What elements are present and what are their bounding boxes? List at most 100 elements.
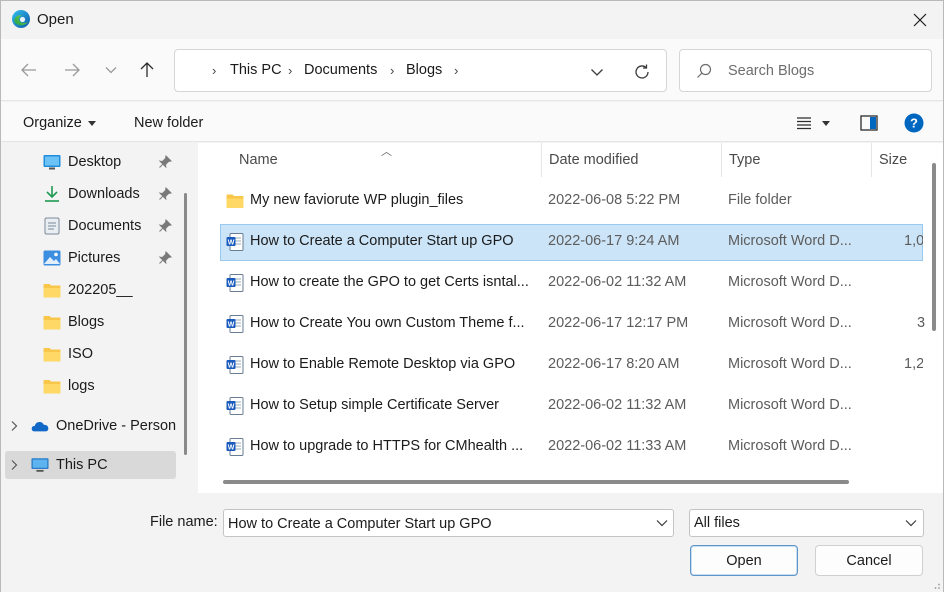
- word-doc-icon: W: [226, 438, 244, 456]
- file-name-combobox[interactable]: [223, 509, 674, 537]
- navigation-pane: Desktop Downloads Documents Pictures 202…: [1, 143, 192, 493]
- sidebar-item-logs[interactable]: logs: [43, 372, 183, 400]
- change-view-button[interactable]: [791, 112, 835, 134]
- vertical-scrollbar[interactable]: [932, 163, 936, 331]
- organize-label: Organize: [23, 115, 82, 131]
- file-date-modified: 2022-06-17 12:17 PM: [548, 315, 689, 331]
- preview-pane-button[interactable]: [858, 112, 880, 134]
- sidebar-item-label: 202205__: [68, 282, 133, 298]
- sidebar-item-iso[interactable]: ISO: [43, 340, 183, 368]
- file-date-modified: 2022-06-17 8:20 AM: [548, 356, 680, 372]
- arrow-left-icon: [21, 63, 36, 77]
- pin-icon[interactable]: [158, 155, 172, 169]
- sort-ascending-icon: ︿: [381, 146, 392, 158]
- file-type: Microsoft Word D...: [728, 438, 852, 454]
- file-row[interactable]: W How to Enable Remote Desktop via GPO 2…: [220, 347, 923, 384]
- organize-button[interactable]: Organize: [23, 115, 96, 131]
- cancel-button[interactable]: Cancel: [815, 545, 923, 576]
- new-folder-button[interactable]: New folder: [134, 115, 203, 131]
- breadcrumb-separator: ›: [390, 63, 395, 78]
- file-type: Microsoft Word D...: [728, 397, 852, 413]
- column-header-date-modified[interactable]: Date modified: [549, 143, 638, 177]
- folder-icon: [43, 377, 61, 395]
- svg-text:W: W: [228, 403, 235, 410]
- address-bar[interactable]: › This PC › Documents › Blogs ›: [174, 49, 667, 92]
- sidebar-item-202205[interactable]: 202205__: [43, 276, 183, 304]
- recent-locations-button[interactable]: [99, 58, 123, 82]
- horizontal-scrollbar[interactable]: [223, 480, 849, 484]
- search-icon: [697, 63, 712, 78]
- file-name: How to Create a Computer Start up GPO: [250, 233, 514, 249]
- navigation-bar: › This PC › Documents › Blogs ›: [1, 39, 943, 101]
- breadcrumb-separator[interactable]: ›: [454, 63, 458, 78]
- resize-grip-icon[interactable]: [931, 580, 941, 590]
- up-button[interactable]: [135, 58, 159, 82]
- folder-icon: [43, 345, 61, 363]
- file-row[interactable]: W How to upgrade to HTTPS for CMhealth .…: [220, 429, 923, 466]
- title-bar: Open: [1, 1, 943, 39]
- svg-text:?: ?: [910, 116, 918, 131]
- file-row[interactable]: W How to Create You own Custom Theme f..…: [220, 306, 925, 343]
- file-date-modified: 2022-06-02 11:33 AM: [548, 438, 687, 454]
- refresh-icon: [635, 64, 649, 79]
- sidebar-item-label: logs: [68, 378, 95, 394]
- column-divider[interactable]: [541, 143, 542, 177]
- sidebar-item-this-pc[interactable]: This PC: [5, 451, 176, 479]
- edge-browser-icon: [11, 9, 31, 29]
- breadcrumb-this-pc[interactable]: This PC: [230, 62, 282, 78]
- word-doc-icon: W: [226, 315, 244, 333]
- file-type: Microsoft Word D...: [728, 315, 852, 331]
- chevron-right-icon[interactable]: [9, 459, 23, 471]
- sidebar-item-onedrive[interactable]: OneDrive - Person: [9, 412, 181, 440]
- svg-text:W: W: [228, 444, 235, 451]
- file-date-modified: 2022-06-02 11:32 AM: [548, 274, 687, 290]
- pin-icon[interactable]: [158, 251, 172, 265]
- word-doc-icon: W: [226, 274, 244, 292]
- folder-icon: [43, 313, 61, 331]
- address-history-button[interactable]: [585, 60, 609, 84]
- refresh-button[interactable]: [630, 60, 654, 84]
- help-button[interactable]: ?: [903, 112, 925, 134]
- navigation-pane-scrollbar[interactable]: [184, 193, 187, 455]
- breadcrumb-blogs[interactable]: Blogs: [406, 62, 442, 78]
- file-name-input[interactable]: [228, 514, 648, 533]
- file-list: ︿ Name Date modified Type Size My new fa…: [198, 143, 943, 493]
- file-name-label: File name:: [150, 514, 218, 530]
- pin-icon[interactable]: [158, 219, 172, 233]
- file-name: How to Create You own Custom Theme f...: [250, 315, 525, 331]
- column-divider[interactable]: [871, 143, 872, 177]
- chevron-down-icon[interactable]: [655, 516, 669, 530]
- svg-text:W: W: [228, 362, 235, 369]
- sidebar-item-blogs[interactable]: Blogs: [43, 308, 183, 336]
- column-header-name[interactable]: Name: [239, 143, 278, 177]
- forward-button[interactable]: [60, 58, 84, 82]
- sidebar-item-label: This PC: [56, 457, 108, 473]
- breadcrumb-separator: ›: [212, 63, 217, 78]
- pin-icon[interactable]: [158, 187, 172, 201]
- close-button[interactable]: [897, 1, 943, 39]
- search-box[interactable]: [679, 49, 932, 92]
- open-button[interactable]: Open: [690, 545, 798, 576]
- column-header-size[interactable]: Size: [879, 143, 907, 177]
- search-input[interactable]: [728, 60, 918, 82]
- file-row[interactable]: W How to create the GPO to get Certs isn…: [220, 265, 923, 302]
- file-row[interactable]: W How to Setup simple Certificate Server…: [220, 388, 923, 425]
- back-button[interactable]: [17, 58, 41, 82]
- file-name: How to Enable Remote Desktop via GPO: [250, 356, 516, 372]
- chevron-down-icon: [591, 69, 603, 76]
- file-name: How to Setup simple Certificate Server: [250, 397, 500, 413]
- file-date-modified: 2022-06-02 11:32 AM: [548, 397, 687, 413]
- file-row-selected[interactable]: W How to Create a Computer Start up GPO …: [220, 224, 923, 261]
- sidebar-item-label: Pictures: [68, 250, 121, 266]
- sidebar-item-label: Desktop: [68, 154, 122, 170]
- download-icon: [43, 185, 61, 203]
- file-type-select[interactable]: All files: [689, 509, 924, 537]
- file-row[interactable]: My new faviorute WP plugin_files 2022-06…: [220, 183, 923, 220]
- chevron-right-icon[interactable]: [9, 420, 23, 432]
- breadcrumb-documents[interactable]: Documents: [304, 62, 377, 78]
- column-header-type[interactable]: Type: [729, 143, 760, 177]
- close-icon: [913, 13, 927, 27]
- column-divider[interactable]: [721, 143, 722, 177]
- svg-text:W: W: [228, 239, 235, 246]
- file-date-modified: 2022-06-08 5:22 PM: [548, 192, 681, 208]
